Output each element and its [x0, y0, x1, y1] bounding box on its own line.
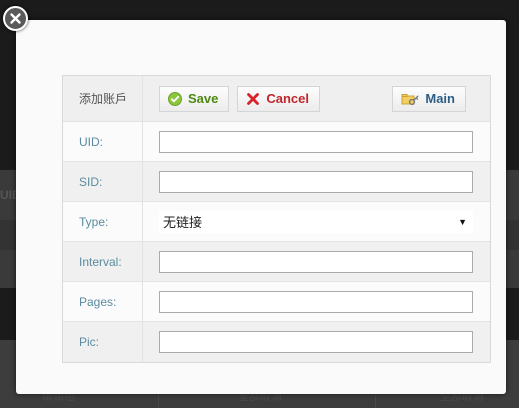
- form-row-interval: Interval:: [63, 242, 490, 282]
- sid-input[interactable]: [159, 170, 473, 193]
- main-button[interactable]: Main: [392, 85, 466, 112]
- pages-input[interactable]: [159, 290, 473, 313]
- main-label: Main: [425, 91, 455, 106]
- uid-input[interactable]: [159, 130, 473, 153]
- type-select[interactable]: 无链接 ▼: [159, 210, 473, 233]
- type-selected-value: 无链接: [163, 215, 203, 230]
- cancel-label: Cancel: [266, 91, 310, 106]
- cancel-button[interactable]: Cancel: [237, 85, 321, 112]
- form-toolbar: Save Cancel Main: [143, 76, 490, 121]
- key-folder-icon: [401, 92, 419, 106]
- pic-label: Pic:: [63, 322, 143, 362]
- form-row-uid: UID:: [63, 122, 490, 162]
- uid-label: UID:: [63, 122, 143, 161]
- form-row-type: Type: 无链接 ▼: [63, 202, 490, 242]
- form-row-pic: Pic:: [63, 322, 490, 362]
- x-icon: [246, 92, 260, 106]
- interval-label: Interval:: [63, 242, 143, 281]
- close-icon: [9, 12, 22, 25]
- pages-label: Pages:: [63, 282, 143, 321]
- add-account-dialog: 添加账戶 Save Cancel Main UID: SID: Type: 无链…: [16, 20, 506, 394]
- close-dialog-button[interactable]: [3, 6, 28, 31]
- dialog-title: 添加账戶: [63, 76, 143, 121]
- save-label: Save: [188, 91, 219, 106]
- pic-input[interactable]: [159, 331, 473, 353]
- dropdown-arrow-icon: ▼: [458, 216, 467, 227]
- form-row-pages: Pages:: [63, 282, 490, 322]
- form-row-sid: SID:: [63, 162, 490, 202]
- sid-label: SID:: [63, 162, 143, 201]
- save-button[interactable]: Save: [159, 85, 230, 112]
- form-header-row: 添加账戶 Save Cancel Main: [63, 76, 490, 122]
- account-form: 添加账戶 Save Cancel Main UID: SID: Type: 无链…: [62, 75, 491, 363]
- interval-input[interactable]: [159, 250, 473, 273]
- check-icon: [168, 91, 182, 106]
- type-label: Type:: [63, 202, 143, 241]
